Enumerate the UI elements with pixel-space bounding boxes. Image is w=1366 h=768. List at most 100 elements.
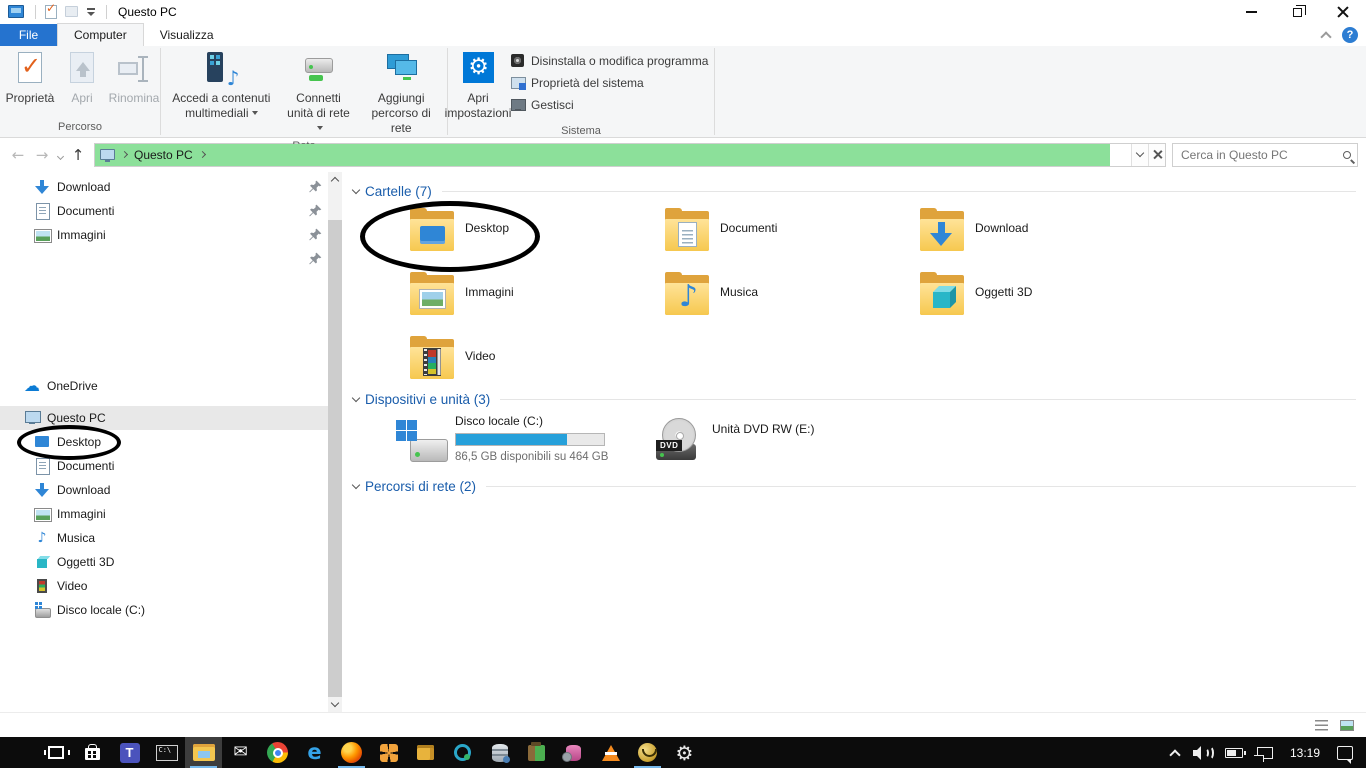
stop-refresh-button[interactable] [1148,144,1165,166]
start-button[interactable] [0,737,37,768]
uninstall-program-button[interactable]: Disinstalla o modifica programma [510,52,708,70]
open-button[interactable]: Apri [56,48,108,108]
taskbar-mail-button[interactable]: ✉ [222,737,259,768]
sidebar-item-desktop[interactable]: Desktop [0,430,342,454]
taskbar-settings-button[interactable]: ⚙ [666,737,703,768]
taskbar-firefox-button[interactable] [333,737,370,768]
sidebar-item-video[interactable]: Video [0,574,342,598]
task-view-button[interactable] [37,737,74,768]
search-icon[interactable] [1343,151,1351,159]
sidebar-item-documents-quick[interactable]: Documenti [0,199,342,223]
collapse-chevron-icon[interactable] [352,394,360,402]
recent-locations-button[interactable] [54,148,66,162]
sidebar-item-3d-objects[interactable]: Oggetti 3D [0,550,342,574]
sidebar-item-download[interactable]: Download [0,478,342,502]
taskbar-chrome-button[interactable] [259,737,296,768]
up-button[interactable]: ↑ [66,146,90,164]
tab-visualizza[interactable]: Visualizza [144,24,230,46]
minimize-icon [1246,11,1257,13]
add-network-location-button[interactable]: Aggiungi percorso di rete [359,48,443,138]
rename-button[interactable]: Rinomina [108,48,160,108]
thumbnails-view-button[interactable] [1336,716,1358,734]
sidebar-item-pictures-quick[interactable]: Immagini [0,223,342,247]
desktop-icon [34,434,50,450]
sidebar-item-pictures[interactable]: Immagini [0,502,342,526]
map-network-drive-button[interactable]: Connetti unità di rete [278,48,360,138]
system-tray: 13:19 [1164,737,1366,768]
pin-icon [309,180,322,193]
customize-quick-access-button[interactable] [81,3,101,21]
tab-file[interactable]: File [0,24,57,46]
help-button[interactable]: ? [1342,27,1358,43]
restore-button[interactable] [1274,0,1320,23]
sidebar-item-onedrive[interactable]: ☁ OneDrive [0,374,342,398]
collapse-chevron-icon[interactable] [352,481,360,489]
sidebar-item-music[interactable]: ♪ Musica [0,526,342,550]
open-settings-button[interactable]: ⚙ Apri impostazioni [452,48,504,123]
title-bar: ✓ Questo PC [0,0,1366,23]
taskbar-app-sync-button[interactable] [370,737,407,768]
sidebar-item-documents[interactable]: Documenti [0,454,342,478]
taskbar-ultraedit-button[interactable] [629,737,666,768]
folder-tile-music[interactable]: ♪ Musica [663,272,903,336]
status-bar [0,712,1366,737]
minimize-button[interactable] [1228,0,1274,23]
minimize-ribbon-icon[interactable] [1320,31,1331,42]
taskbar-database-pink-button[interactable] [555,737,592,768]
sidebar-item-loading[interactable] [0,247,342,271]
address-bar[interactable]: Questo PC [94,143,1166,167]
breadcrumb-chevron-icon[interactable] [121,151,128,158]
taskbar-clock[interactable]: 13:19 [1280,746,1330,760]
taskbar-package-button[interactable] [518,737,555,768]
taskbar-database-button[interactable] [481,737,518,768]
taskbar-cmd-button[interactable]: C:\ [148,737,185,768]
folder-tile-3d-objects[interactable]: Oggetti 3D [918,272,1158,336]
quick-access-properties-button[interactable]: ✓ [41,3,61,21]
taskbar-store-button[interactable] [74,737,111,768]
breadcrumb-chevron-icon[interactable] [199,151,206,158]
folder-tile-video[interactable]: Video [408,336,648,400]
manage-button[interactable]: Gestisci [510,96,708,114]
forward-button[interactable]: → [30,146,54,164]
scrollbar-thumb[interactable] [328,220,342,697]
section-header-folders[interactable]: Cartelle (7) [353,184,1356,199]
network-drive-icon [305,58,333,73]
folder-tile-documents[interactable]: Documenti [663,208,903,272]
breadcrumb-this-pc[interactable]: Questo PC [134,148,193,162]
taskbar-app-window-button[interactable] [407,737,444,768]
properties-button[interactable]: ✓ Proprietà [4,48,56,108]
folder-tile-desktop[interactable]: Desktop [408,208,648,272]
sidebar-item-download-quick[interactable]: Download [0,175,342,199]
close-button[interactable] [1320,0,1366,23]
taskbar-file-explorer-button[interactable] [185,737,222,768]
quick-access-new-folder-button[interactable] [61,3,81,21]
search-box[interactable] [1172,143,1358,167]
collapse-chevron-icon[interactable] [352,186,360,194]
search-input[interactable] [1173,148,1358,162]
taskbar-app-ring-button[interactable] [444,737,481,768]
hidden-icons-button[interactable] [1164,737,1186,768]
action-center-button[interactable] [1330,737,1360,768]
battery-button[interactable] [1218,737,1250,768]
volume-button[interactable] [1186,737,1218,768]
tab-computer[interactable]: Computer [57,23,144,46]
taskbar-vlc-button[interactable] [592,737,629,768]
sidebar-scrollbar[interactable] [328,172,342,712]
network-button[interactable] [1250,737,1280,768]
scroll-down-button[interactable] [328,697,342,712]
back-button[interactable]: ← [6,146,30,164]
sidebar-item-local-disk-c[interactable]: Disco locale (C:) [0,598,342,622]
address-dropdown-button[interactable] [1131,144,1148,166]
folder-tile-pictures[interactable]: Immagini [408,272,648,336]
system-properties-button[interactable]: Proprietà del sistema [510,74,708,92]
details-view-button[interactable] [1310,716,1332,734]
section-header-network[interactable]: Percorsi di rete (2) [353,479,1356,494]
taskbar-teams-button[interactable]: T [111,737,148,768]
media-access-button[interactable]: ♪ Accedi a contenuti multimediali [165,48,278,123]
database-icon [492,744,508,762]
taskbar-edge-button[interactable]: e [296,737,333,768]
section-header-devices[interactable]: Dispositivi e unità (3) [353,392,1356,407]
scroll-up-button[interactable] [328,172,342,187]
sidebar-item-this-pc[interactable]: Questo PC [0,406,328,430]
folder-tile-download[interactable]: Download [918,208,1158,272]
